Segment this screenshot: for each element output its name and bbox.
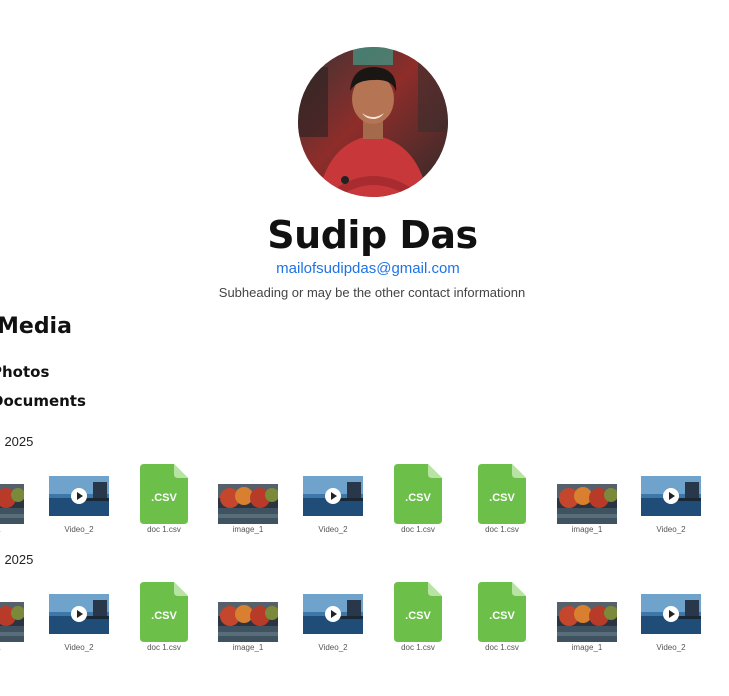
play-icon <box>71 488 87 504</box>
thumbnail <box>0 602 24 642</box>
profile-name: Sudip Das <box>267 213 478 257</box>
play-icon <box>325 488 341 504</box>
group-date: n, 2025 <box>0 552 34 567</box>
csv-file-icon: .CSV <box>478 582 526 642</box>
play-icon <box>325 606 341 622</box>
csv-file-icon: .CSV <box>140 582 188 642</box>
csv-file-icon: .CSV <box>140 464 188 524</box>
thumbnail <box>218 602 278 642</box>
thumbnail <box>49 594 109 634</box>
image-thumbnail <box>557 484 617 524</box>
group-date: n, 2025 <box>0 434 34 449</box>
csv-file-icon: .CSV <box>478 464 526 524</box>
csv-badge-text: .CSV <box>489 610 515 622</box>
csv-badge-text: .CSV <box>151 492 177 504</box>
thumbnail <box>641 594 701 634</box>
nav-documents[interactable]: Documents <box>0 392 86 410</box>
csv-badge-text: .CSV <box>405 610 431 622</box>
profile-subheading: Subheading or may be the other contact i… <box>218 285 526 300</box>
media-tile-label: Video_2 <box>656 525 686 534</box>
thumbnail <box>641 476 701 516</box>
play-icon <box>663 488 679 504</box>
csv-file-icon: .CSV <box>394 464 442 524</box>
csv-badge-text: .CSV <box>405 492 431 504</box>
play-icon <box>71 606 87 622</box>
thumbnail <box>557 602 617 642</box>
csv-badge-text: .CSV <box>151 610 177 622</box>
media-tile-label: Video_2 <box>656 643 686 652</box>
thumbnail <box>557 484 617 524</box>
image-thumbnail <box>218 602 278 642</box>
image-thumbnail <box>0 484 24 524</box>
thumbnail <box>303 476 363 516</box>
image-thumbnail <box>557 602 617 642</box>
profile-avatar <box>298 47 448 197</box>
profile-email-link[interactable]: mailofsudipdas@gmail.com <box>0 260 729 278</box>
media-section-title: Media <box>0 314 72 339</box>
avatar-photo <box>298 47 448 197</box>
thumbnail <box>49 476 109 516</box>
csv-badge-text: .CSV <box>489 492 515 504</box>
thumbnail <box>303 594 363 634</box>
play-icon <box>663 606 679 622</box>
nav-photos[interactable]: Photos <box>0 363 49 381</box>
image-thumbnail <box>0 602 24 642</box>
csv-file-icon: .CSV <box>394 582 442 642</box>
thumbnail <box>0 484 24 524</box>
thumbnail <box>218 484 278 524</box>
image-thumbnail <box>218 484 278 524</box>
